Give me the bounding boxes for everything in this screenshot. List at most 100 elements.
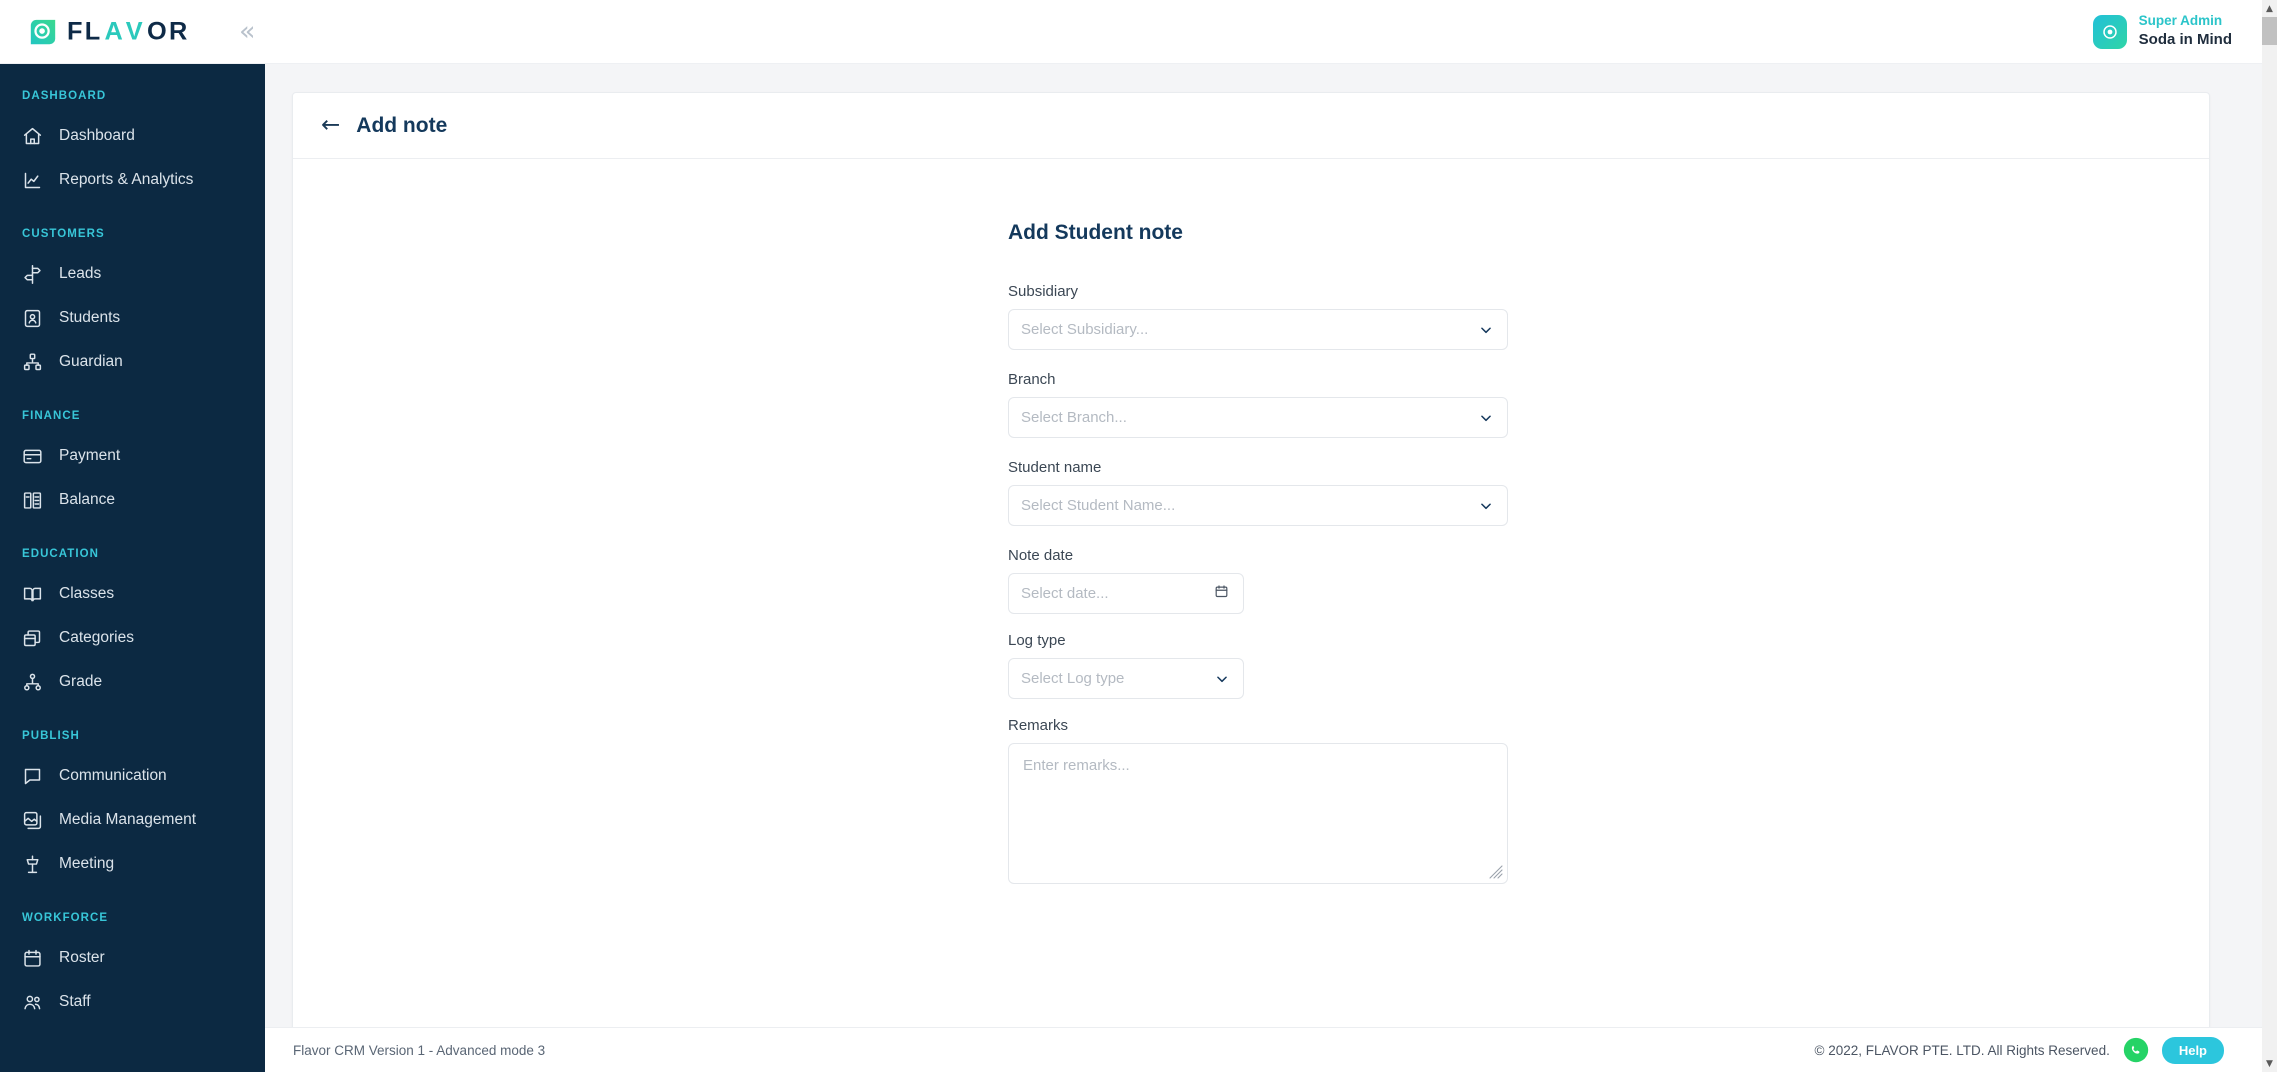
brand-wordmark: FL A V OR bbox=[67, 17, 219, 46]
svg-text:FL: FL bbox=[67, 18, 102, 45]
sidebar-item-classes[interactable]: Classes bbox=[0, 572, 265, 616]
sidebar-item-label: Balance bbox=[59, 491, 116, 508]
sidebar-item-label: Leads bbox=[59, 265, 102, 282]
note-date-input[interactable]: Select date... bbox=[1008, 573, 1244, 614]
sidebar-item-media-management[interactable]: Media Management bbox=[0, 798, 265, 842]
main-content: ← Add note Add Student note Subsidiary S… bbox=[265, 64, 2262, 1072]
branch-select[interactable]: Select Branch... bbox=[1008, 397, 1508, 438]
sidebar-item-guardian[interactable]: Guardian bbox=[0, 340, 265, 384]
card-header: ← Add note bbox=[293, 93, 2209, 159]
id-card-icon bbox=[22, 308, 43, 329]
app-version: Flavor CRM Version 1 - Advanced mode 3 bbox=[293, 1042, 546, 1058]
sidebar-item-label: Guardian bbox=[59, 353, 123, 370]
podium-icon bbox=[22, 854, 43, 875]
whatsapp-icon[interactable] bbox=[2123, 1037, 2149, 1063]
user-name: Soda in Mind bbox=[2138, 31, 2232, 49]
sidebar-item-label: Payment bbox=[59, 447, 121, 464]
vertical-scrollbar[interactable]: ▲ ▼ bbox=[2262, 0, 2277, 1072]
field-note-date: Note date Select date... bbox=[1008, 547, 1508, 614]
user-role: Super Admin bbox=[2138, 13, 2223, 29]
home-icon bbox=[22, 126, 43, 147]
sidebar-item-label: Roster bbox=[59, 949, 105, 966]
sidebar-item-categories[interactable]: Categories bbox=[0, 616, 265, 660]
image-stack-icon bbox=[22, 810, 43, 831]
app-root: FL A V OR « Super Admin Soda in Mind DAS… bbox=[0, 0, 2277, 1072]
footer: Flavor CRM Version 1 - Advanced mode 3 ©… bbox=[265, 1027, 2262, 1072]
chevron-down-icon bbox=[1479, 323, 1493, 337]
sidebar-item-grade[interactable]: Grade bbox=[0, 660, 265, 704]
signpost-icon bbox=[22, 264, 43, 285]
scrollbar-thumb[interactable] bbox=[2262, 17, 2277, 45]
sidebar-group-label-dashboard: DASHBOARD bbox=[22, 90, 107, 102]
sidebar-item-students[interactable]: Students bbox=[0, 296, 265, 340]
sidebar-item-label: Reports & Analytics bbox=[59, 171, 194, 188]
credit-card-icon bbox=[22, 446, 43, 467]
sidebar-item-dashboard[interactable]: Dashboard bbox=[0, 114, 265, 158]
sidebar-item-label: Dashboard bbox=[59, 127, 135, 144]
sidebar[interactable]: DASHBOARD Dashboard Reports & Analytics … bbox=[0, 64, 265, 1072]
hierarchy-icon bbox=[22, 672, 43, 693]
sidebar-item-label: Staff bbox=[59, 993, 91, 1010]
svg-text:OR: OR bbox=[147, 18, 189, 45]
sidebar-item-payment[interactable]: Payment bbox=[0, 434, 265, 478]
sidebar-item-communication[interactable]: Communication bbox=[0, 754, 265, 798]
calendar-icon[interactable] bbox=[1214, 584, 1229, 604]
remarks-placeholder: Enter remarks... bbox=[1023, 757, 1130, 774]
page-title: Add note bbox=[356, 113, 448, 137]
student-name-placeholder: Select Student Name... bbox=[1021, 497, 1176, 514]
subsidiary-select[interactable]: Select Subsidiary... bbox=[1008, 309, 1508, 350]
subsidiary-placeholder: Select Subsidiary... bbox=[1021, 321, 1149, 338]
arrow-left-icon[interactable]: ← bbox=[321, 114, 340, 137]
sidebar-item-label: Meeting bbox=[59, 855, 115, 872]
sidebar-item-balance[interactable]: Balance bbox=[0, 478, 265, 522]
sidebar-item-roster[interactable]: Roster bbox=[0, 936, 265, 980]
sidebar-item-label: Categories bbox=[59, 629, 134, 646]
form-area: Add Student note Subsidiary Select Subsi… bbox=[293, 159, 2209, 1032]
log-type-placeholder: Select Log type bbox=[1021, 670, 1125, 687]
sidebar-item-leads[interactable]: Leads bbox=[0, 252, 265, 296]
sidebar-item-label: Classes bbox=[59, 585, 115, 602]
chevron-double-left-icon[interactable]: « bbox=[239, 18, 255, 45]
svg-text:A: A bbox=[104, 18, 125, 45]
field-subsidiary: Subsidiary Select Subsidiary... bbox=[1008, 283, 1508, 350]
sidebar-item-staff[interactable]: Staff bbox=[0, 980, 265, 1024]
student-name-select[interactable]: Select Student Name... bbox=[1008, 485, 1508, 526]
field-branch: Branch Select Branch... bbox=[1008, 371, 1508, 438]
sitemap-icon bbox=[22, 352, 43, 373]
brand-logo[interactable]: FL A V OR « bbox=[0, 17, 255, 47]
branch-placeholder: Select Branch... bbox=[1021, 409, 1127, 426]
field-label: Remarks bbox=[1008, 717, 1069, 734]
copyright-text: © 2022, FLAVOR PTE. LTD. All Rights Rese… bbox=[1814, 1042, 2110, 1058]
form-heading: Add Student note bbox=[1008, 221, 1183, 244]
sidebar-item-reports-analytics[interactable]: Reports & Analytics bbox=[0, 158, 265, 202]
user-menu[interactable]: Super Admin Soda in Mind bbox=[2092, 12, 2262, 50]
note-form: Subsidiary Select Subsidiary... Branch S… bbox=[1008, 283, 1508, 884]
chat-bubble-icon bbox=[22, 766, 43, 787]
field-label: Student name bbox=[1008, 459, 1102, 476]
chevron-down-icon bbox=[1479, 411, 1493, 425]
field-log-type: Log type Select Log type bbox=[1008, 632, 1508, 699]
book-open-icon bbox=[22, 584, 43, 605]
remarks-textarea[interactable]: Enter remarks... bbox=[1008, 743, 1508, 884]
log-type-select[interactable]: Select Log type bbox=[1008, 658, 1244, 699]
field-label: Note date bbox=[1008, 547, 1074, 564]
field-label: Subsidiary bbox=[1008, 283, 1079, 300]
caret-up-icon[interactable]: ▲ bbox=[2262, 0, 2277, 17]
users-icon bbox=[22, 992, 43, 1013]
resize-handle-icon[interactable] bbox=[1488, 864, 1504, 880]
sidebar-item-meeting[interactable]: Meeting bbox=[0, 842, 265, 886]
sidebar-group-label-customers: CUSTOMERS bbox=[22, 228, 105, 240]
add-note-card: ← Add note Add Student note Subsidiary S… bbox=[292, 92, 2210, 1031]
calendar-icon bbox=[22, 948, 43, 969]
field-label: Branch bbox=[1008, 371, 1056, 388]
field-remarks: Remarks Enter remarks... bbox=[1008, 717, 1508, 884]
svg-text:V: V bbox=[126, 18, 145, 45]
help-button[interactable]: Help bbox=[2161, 1036, 2224, 1064]
flavor-logo-icon bbox=[28, 17, 58, 47]
top-bar: FL A V OR « Super Admin Soda in Mind bbox=[0, 0, 2262, 64]
note-date-placeholder: Select date... bbox=[1021, 585, 1109, 602]
sidebar-item-label: Grade bbox=[59, 673, 103, 690]
sidebar-group-label-finance: FINANCE bbox=[22, 410, 81, 422]
sidebar-item-label: Media Management bbox=[59, 811, 196, 828]
caret-down-icon[interactable]: ▼ bbox=[2262, 1055, 2277, 1072]
